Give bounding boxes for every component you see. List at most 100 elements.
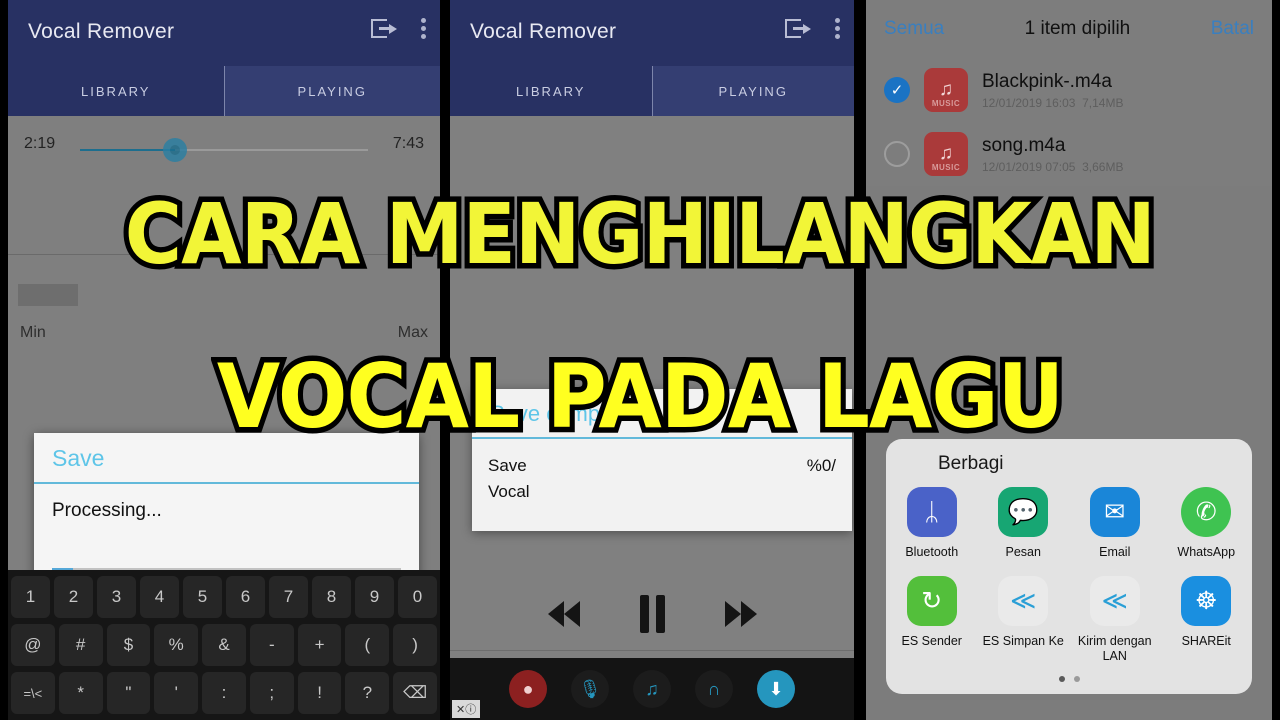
seek-fill [80, 149, 176, 151]
key-[interactable]: # [58, 624, 103, 666]
key-1[interactable]: 1 [11, 576, 50, 618]
overflow-menu-icon[interactable] [835, 18, 840, 39]
headphones-icon[interactable]: ∩ [695, 670, 733, 708]
dialog-status-text: Processing... [52, 500, 162, 521]
music-note-icon[interactable]: ♫ [633, 670, 671, 708]
microphone-icon[interactable]: 🎙 [571, 670, 609, 708]
share-page-dots [886, 676, 1252, 682]
file-list-item[interactable]: ✓ ♫ MUSIC Blackpink-.m4a 12/01/2019 16:03 7,… [866, 58, 1272, 122]
share-target-label: WhatsApp [1177, 545, 1236, 559]
whatsapp-icon: ✆ [1181, 487, 1232, 537]
key-[interactable]: @ [10, 624, 55, 666]
keyboard-row-symbols-1: @ # $% & - +() [10, 624, 438, 666]
key-[interactable]: & [202, 624, 246, 666]
checkbox-unchecked-icon[interactable] [884, 141, 910, 167]
tab-library[interactable]: LIBRARY [8, 66, 224, 116]
tab-playing[interactable]: PLAYING [652, 66, 854, 116]
file-info: Blackpink-.m4a 12/01/2019 16:03 7,14MB [982, 71, 1123, 110]
key-0[interactable]: 0 [398, 576, 437, 618]
seek-slider[interactable] [80, 138, 368, 162]
keyboard-row-symbols-2: =\< * " ':;!? ⌫ [10, 672, 438, 714]
key-[interactable]: - [249, 624, 294, 666]
share-target-whatsapp[interactable]: ✆ WhatsApp [1161, 487, 1253, 560]
key-[interactable]: ⌫ [393, 672, 438, 714]
key-9[interactable]: 9 [355, 576, 394, 618]
page-dot[interactable] [1058, 676, 1065, 682]
file-manager-header: Semua 1 item dipilih Batal [866, 0, 1272, 58]
key-[interactable]: " [106, 672, 151, 714]
key-2[interactable]: 2 [54, 576, 93, 618]
bottom-action-bar: ● 🎙 ♫ ∩ ⬇ [450, 658, 854, 720]
save-completed-dialog: Save completed. Save %0/ Vocal [472, 389, 852, 531]
share-target-bluetooth[interactable]: ᛦ Bluetooth [886, 487, 978, 560]
tab-bar-mid: LIBRARY PLAYING [450, 66, 854, 116]
key-[interactable]: ; [249, 672, 294, 714]
key-[interactable]: ! [297, 672, 342, 714]
file-name: song.m4a [982, 134, 1066, 156]
key-5[interactable]: 5 [183, 576, 222, 618]
key-4[interactable]: 4 [140, 576, 179, 618]
exit-icon[interactable] [785, 18, 811, 39]
key-[interactable]: ' [154, 672, 199, 714]
key-[interactable]: ) [393, 624, 438, 666]
file-meta: 12/01/2019 07:05 3,66MB [982, 159, 1124, 174]
file-list-item[interactable]: ♫ MUSIC song.m4a 12/01/2019 07:05 3,66MB [866, 122, 1272, 186]
tab-bar-left: LIBRARY PLAYING [8, 66, 440, 116]
screenshot-root: Vocal Remover LIBRARY PLAYING 2:19 7:43 … [0, 0, 1280, 720]
share-target-shareit[interactable]: ☸ SHAREit [1161, 576, 1253, 664]
keyboard-row-numbers: 1234567890 [11, 576, 437, 618]
current-time: 2:19 [24, 135, 56, 152]
pause-icon[interactable] [639, 595, 665, 633]
watermark-badge: ✕ⓘ [452, 700, 481, 718]
total-time: 7:43 [392, 135, 424, 152]
key-[interactable]: * [58, 672, 103, 714]
key-3[interactable]: 3 [97, 576, 136, 618]
share-target-pesan[interactable]: 💬 Pesan [978, 487, 1070, 560]
overflow-menu-icon[interactable] [421, 18, 426, 39]
key-[interactable]: ( [345, 624, 390, 666]
es-sender-icon: ↻ [906, 576, 957, 626]
key-[interactable]: % [154, 624, 199, 666]
checkbox-checked-icon[interactable]: ✓ [884, 77, 910, 103]
dialog-body-line1: Save [488, 456, 527, 475]
share-target-label: ES Sender [901, 634, 962, 648]
file-name: Blackpink-.m4a [982, 70, 1112, 92]
tab-library[interactable]: LIBRARY [450, 66, 652, 116]
share-target-email[interactable]: ✉ Email [1069, 487, 1161, 560]
key-[interactable]: + [297, 624, 342, 666]
email-icon: ✉ [1089, 487, 1140, 537]
mid-panel-body: Save completed. Save %0/ Vocal Nyalakan [450, 116, 854, 720]
dialog-body-fragment: %0/ [806, 456, 836, 475]
record-icon[interactable]: ● [509, 670, 547, 708]
share-target-kirim-dengan-lan[interactable]: ≪ Kirim dengan LAN [1069, 576, 1161, 664]
left-panel-body: Min Max Save Processing... 6% 1234567890… [8, 176, 440, 720]
send-via-lan-icon: ≪ [1089, 576, 1140, 626]
share-sheet: Berbagi ᛦ Bluetooth 💬 Pesan ✉ Email ✆ WhatsApp ↻… [886, 439, 1252, 694]
download-icon[interactable]: ⬇ [757, 670, 795, 708]
separator-line [450, 650, 854, 651]
exit-icon[interactable] [371, 18, 397, 39]
select-all-button[interactable]: Semua [884, 18, 944, 40]
key-8[interactable]: 8 [312, 576, 351, 618]
key-[interactable]: $ [106, 624, 151, 666]
key-6[interactable]: 6 [226, 576, 265, 618]
cancel-button[interactable]: Batal [1211, 18, 1254, 40]
rewind-icon[interactable] [547, 601, 580, 627]
fast-forward-icon[interactable] [724, 601, 757, 627]
share-target-es-simpan-ke[interactable]: ≪ ES Simpan Ke [978, 576, 1070, 664]
background-min-label: Min [20, 324, 46, 341]
background-max-label: Max [397, 324, 428, 341]
background-toggle [18, 284, 78, 306]
app-bar-left: Vocal Remover [8, 0, 440, 66]
tab-playing[interactable]: PLAYING [224, 66, 440, 116]
key-[interactable]: =\< [10, 672, 55, 714]
file-meta: 12/01/2019 16:03 7,14MB [982, 95, 1124, 110]
share-app-grid: ᛦ Bluetooth 💬 Pesan ✉ Email ✆ WhatsApp ↻ ES Sende… [886, 487, 1252, 664]
share-target-es-sender[interactable]: ↻ ES Sender [886, 576, 978, 664]
key-[interactable]: : [202, 672, 246, 714]
key-7[interactable]: 7 [269, 576, 308, 618]
key-[interactable]: ? [345, 672, 390, 714]
share-sheet-title: Berbagi [938, 453, 1004, 474]
seek-thumb[interactable] [163, 138, 188, 162]
page-dot[interactable] [1073, 676, 1080, 682]
